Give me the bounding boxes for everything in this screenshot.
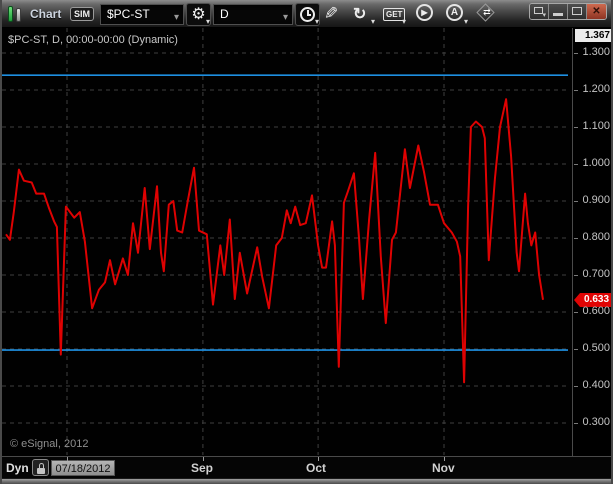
y-tick-mark — [574, 127, 578, 128]
y-tick-mark — [574, 164, 578, 165]
series-overlay-label: $PC-ST, D, 00:00-00:00 (Dynamic) — [8, 34, 178, 46]
y-tick-label: 0.600 — [582, 305, 610, 317]
time-template-button[interactable]: ▾ — [295, 3, 320, 26]
y-tick-mark — [574, 201, 578, 202]
interval-value: D — [220, 7, 229, 21]
y-tick-mark — [574, 53, 578, 54]
month-label: Sep — [191, 461, 214, 475]
window-bottom-frame — [2, 478, 611, 484]
draw-pencil-icon[interactable]: ✎ — [324, 4, 338, 24]
start-date-box[interactable]: 07/18/2012 — [51, 460, 115, 476]
link-symbol-icon[interactable]: ⇄ — [476, 3, 495, 22]
y-tick-mark — [574, 275, 578, 276]
interval-input[interactable]: D ▾ — [213, 4, 293, 25]
copyright-label: © eSignal, 2012 — [10, 438, 89, 450]
y-tick-mark — [574, 90, 578, 91]
y-tick-label: 1.200 — [582, 83, 610, 95]
time-axis-bar[interactable]: Dyn 07/18/2012 Sep Oct Nov — [2, 456, 611, 478]
chevron-down-icon: ▾ — [402, 17, 407, 26]
play-icon[interactable]: ▶ — [416, 4, 433, 21]
popout-button[interactable]: ▾ — [530, 4, 549, 19]
symbol-value: $PC-ST — [107, 7, 150, 21]
y-tick-label: 0.800 — [582, 231, 610, 243]
y-tick-mark — [574, 423, 578, 424]
y-tick-mark — [574, 386, 578, 387]
close-button[interactable]: ✕ — [587, 4, 606, 19]
maximize-button[interactable] — [568, 4, 587, 19]
title-bar: Chart SIM $PC-ST ▾ ⚙ ▾ D ▾ ▾ ✎ ↻ ▾ GET ▾ … — [2, 0, 611, 28]
window-controls: ▾ ✕ — [529, 3, 607, 20]
settings-button[interactable]: ⚙ ▾ — [186, 3, 211, 26]
month-label: Oct — [306, 461, 327, 475]
y-tick-label: 0.400 — [582, 379, 610, 391]
clock-icon — [300, 7, 315, 22]
chevron-down-icon: ▾ — [371, 17, 376, 26]
maximize-icon — [572, 7, 582, 15]
price-axis[interactable]: 1.367 0.633 1.300 1.200 1.100 1.000 0.900 0.8… — [572, 28, 611, 456]
chart-app-icon — [8, 6, 24, 22]
price-line — [5, 98, 544, 384]
chevron-down-icon: ▾ — [464, 17, 469, 26]
reload-icon[interactable]: ↻ — [353, 4, 366, 24]
y-tick-mark — [574, 238, 578, 239]
window-title: Chart — [30, 7, 62, 21]
y-tick-label: 1.100 — [582, 120, 610, 132]
minimize-button[interactable] — [549, 4, 568, 19]
y-tick-label: 0.300 — [582, 416, 610, 428]
x-tick-mark — [67, 457, 68, 461]
y-tick-mark — [574, 349, 578, 350]
y-tick-label: 0.500 — [582, 342, 610, 354]
y-tick-label: 0.700 — [582, 268, 610, 280]
chevron-down-icon: ▾ — [314, 17, 319, 26]
lock-button[interactable] — [32, 459, 49, 476]
price-chart-canvas[interactable] — [2, 28, 572, 456]
y-tick-label: 1.300 — [582, 46, 610, 58]
y-tick-label: 0.900 — [582, 194, 610, 206]
symbol-input[interactable]: $PC-ST ▾ — [100, 4, 184, 25]
chevron-down-icon[interactable]: ▾ — [283, 8, 288, 27]
y-tick-mark — [574, 312, 578, 313]
month-label: Nov — [432, 461, 455, 475]
axis-max-label: 1.367 — [575, 29, 611, 42]
chevron-down-icon[interactable]: ▾ — [174, 8, 179, 27]
chart-window: Chart SIM $PC-ST ▾ ⚙ ▾ D ▾ ▾ ✎ ↻ ▾ GET ▾ … — [0, 0, 613, 484]
y-tick-label: 1.000 — [582, 157, 610, 169]
minimize-icon — [553, 13, 563, 16]
chart-plot-area[interactable]: $PC-ST, D, 00:00-00:00 (Dynamic) © eSign… — [2, 28, 572, 456]
dynamic-mode-label: Dyn — [6, 461, 29, 475]
auto-a-icon[interactable]: A — [446, 4, 463, 21]
chevron-down-icon: ▾ — [205, 17, 210, 26]
sim-badge: SIM — [70, 7, 95, 21]
